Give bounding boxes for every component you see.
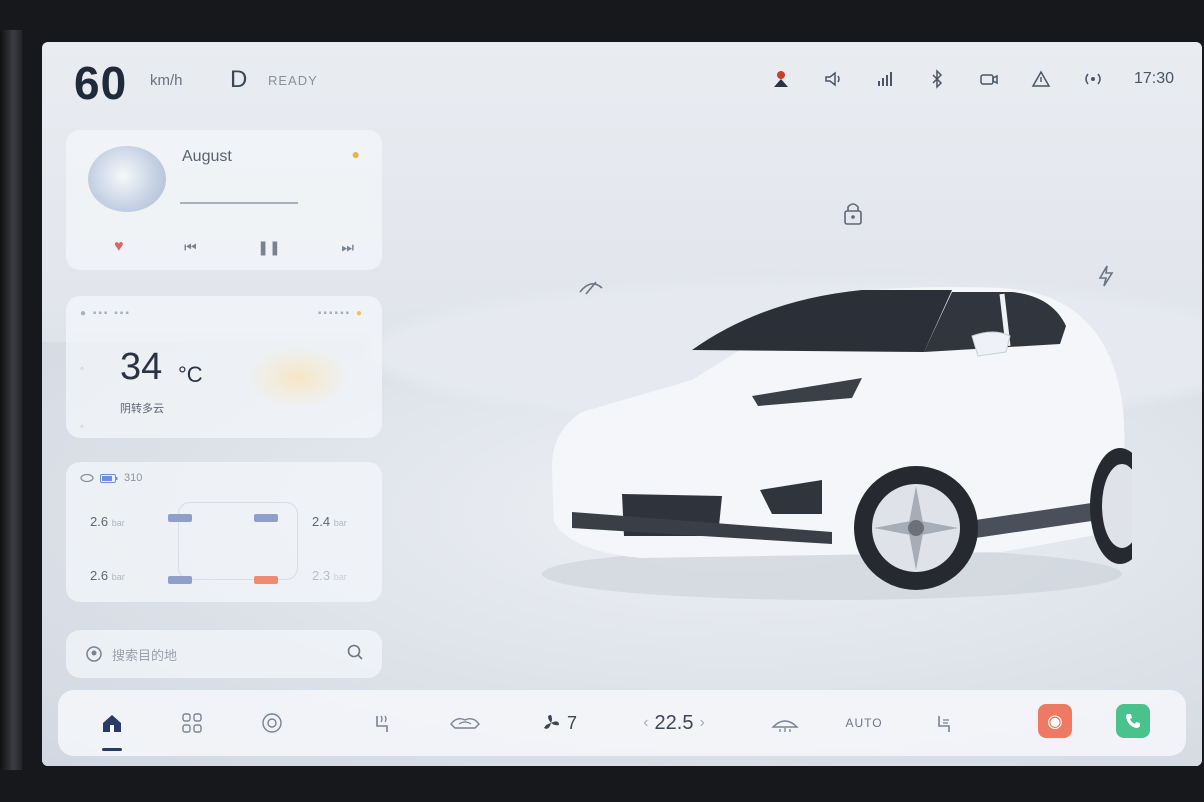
album-art[interactable] [88,146,166,212]
weather-forecast: ▪▪▪▪▪▪ ● [317,308,364,319]
tyre-front-left: 2.6 bar [90,514,125,529]
climate-temperature-control[interactable]: ‹ 22.5 › [624,708,724,738]
speed-unit: km/h [150,72,183,89]
media-app-icon: ◉ [1038,704,1072,738]
car-outline [178,502,298,580]
app-grid-icon[interactable] [178,708,206,738]
battery-icon [100,473,118,483]
auto-climate-button[interactable]: AUTO [844,708,884,738]
charging-port-icon[interactable] [1096,264,1116,293]
tyre-front-right: 2.4 bar [312,514,347,529]
link-icon [80,473,94,483]
location-pin-icon [86,646,102,662]
status-icons: 17:30 [770,68,1174,90]
weather-card[interactable]: ● ▪▪▪ ▪▪▪ ▪▪▪▪▪▪ ● ◦ ◦ 34 °C 阴转多云 [66,296,382,438]
next-icon[interactable]: ⏭ [341,239,354,256]
wiper-icon[interactable] [578,276,604,301]
fan-level: 7 [566,712,577,733]
gear-indicator: D [230,66,248,93]
navigation-search[interactable]: 搜索目的地 [66,630,382,678]
fan-icon [543,715,559,729]
seat-heating-icon[interactable] [368,708,396,738]
media-app-button[interactable]: ◉ [1038,704,1072,738]
weather-side-icons: ◦ ◦ [80,363,84,433]
ready-status: READY [268,73,318,88]
temp-increase-button[interactable]: › [699,714,704,732]
song-title: August [182,148,232,165]
air-recirculation-icon[interactable] [448,708,482,738]
music-card[interactable]: August ● ♥ ⏮ ❚❚ ⏭ [66,130,382,270]
phone-icon [1116,704,1150,738]
tyre-pressure-card[interactable]: 310 2.6 bar 2.4 bar 2.6 bar 2.3 bar [66,462,382,602]
defrost-icon[interactable] [768,708,802,738]
speaker-icon[interactable] [822,68,844,90]
sun-icon: ● [355,308,364,319]
home-active-indicator [102,748,122,751]
wifi-icon[interactable] [1082,68,1104,90]
dashcam-icon[interactable] [978,68,1000,90]
weather-location: ● ▪▪▪ ▪▪▪ [80,308,131,319]
seat-ventilation-icon[interactable] [930,708,958,738]
warning-icon [1030,68,1052,90]
tyre-indicator-rl [168,576,192,584]
media-controls: ♥ ⏮ ❚❚ ⏭ [114,238,354,256]
weather-illustration [250,348,346,406]
clock: 17:30 [1133,70,1174,87]
tyre-indicator-fl [168,514,192,522]
infotainment-screen: 60 km/h D READY 17:30 August ● ♥ ⏮ ❚❚ ⏭ … [42,42,1202,766]
vehicle-image [542,287,1132,600]
heart-icon[interactable]: ♥ [114,238,124,256]
temperature-value: 34 [120,346,163,388]
home-icon[interactable] [98,708,126,738]
bezel-edge [0,30,22,770]
temperature-unit: °C [178,362,203,387]
tyre-indicator-fr [254,514,278,522]
pause-icon[interactable]: ❚❚ [257,239,280,256]
range-value: 310 [124,472,143,484]
lock-icon[interactable] [842,200,864,232]
camera-view-icon[interactable] [258,708,286,738]
weather-condition: 阴转多云 [120,403,164,415]
previous-icon[interactable]: ⏮ [184,239,197,256]
search-icon[interactable] [346,643,364,664]
tyre-rear-left: 2.6 bar [90,568,125,583]
playback-progress[interactable] [180,202,298,204]
signal-icon [874,68,896,90]
cabin-temperature: 22.5 [654,711,694,734]
tyre-rear-right: 2.3 bar [312,568,347,583]
bottom-dock: 7 ‹ 22.5 › AUTO ◉ [58,690,1186,756]
search-field[interactable]: 搜索目的地 [84,644,177,664]
bluetooth-icon[interactable] [926,68,948,90]
fan-speed-control[interactable]: 7 [534,708,584,738]
driver-alert-icon[interactable] [770,68,792,90]
lightbulb-icon[interactable]: ● [352,146,360,162]
temp-decrease-button[interactable]: ‹ [643,714,648,732]
tyre-indicator-rr [254,576,278,584]
speed-readout: 60 [74,57,128,109]
battery-range: 310 [80,472,142,484]
search-placeholder: 搜索目的地 [112,647,178,663]
phone-app-button[interactable] [1116,704,1150,738]
